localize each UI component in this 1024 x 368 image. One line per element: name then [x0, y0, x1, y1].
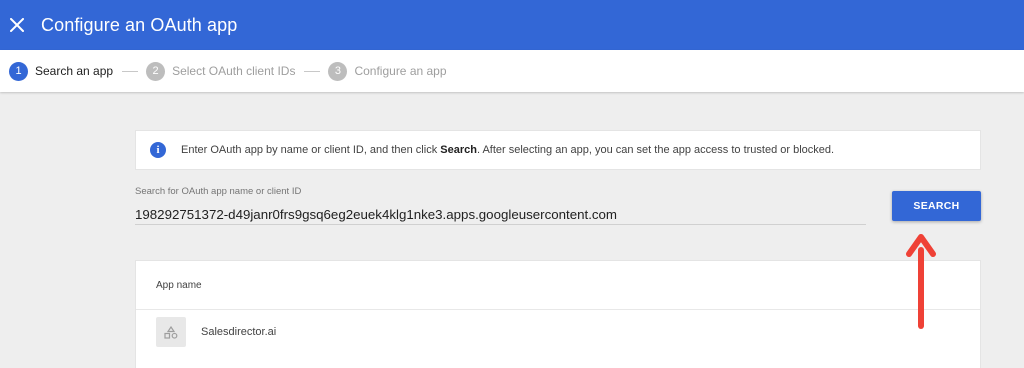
close-button[interactable]	[0, 0, 34, 50]
page-title: Configure an OAuth app	[41, 14, 238, 35]
step-label: Configure an app	[354, 64, 447, 78]
stepper: 1 Search an app 2 Select OAuth client ID…	[0, 50, 1024, 92]
app-bar: Configure an OAuth app	[0, 0, 1024, 50]
info-text-bold: Search	[440, 144, 477, 156]
info-banner: i Enter OAuth app by name or client ID, …	[135, 130, 981, 170]
column-header-app-name: App name	[136, 261, 980, 310]
info-text: Enter OAuth app by name or client ID, an…	[181, 144, 834, 156]
search-field-label: Search for OAuth app name or client ID	[135, 186, 302, 197]
table-row[interactable]: Salesdirector.ai	[136, 310, 980, 354]
info-icon: i	[150, 142, 166, 158]
step-configure-app[interactable]: 3 Configure an app	[328, 61, 447, 81]
step-number: 2	[146, 61, 166, 81]
search-button[interactable]: SEARCH	[892, 191, 981, 221]
step-number: 3	[328, 61, 348, 81]
arrow-up-icon	[906, 234, 936, 329]
close-icon	[10, 18, 24, 32]
info-text-after: . After selecting an app, you can set th…	[476, 144, 835, 156]
results-table: App name Salesdirector.ai	[135, 260, 981, 368]
app-placeholder-icon	[156, 317, 186, 347]
step-connector	[122, 70, 139, 72]
app-name: Salesdirector.ai	[201, 326, 277, 338]
step-label: Select OAuth client IDs	[172, 64, 296, 78]
step-select-client-ids[interactable]: 2 Select OAuth client IDs	[146, 61, 296, 81]
search-input[interactable]	[135, 205, 866, 225]
step-number: 1	[9, 61, 28, 81]
step-connector	[304, 70, 321, 72]
step-search-an-app[interactable]: 1 Search an app	[9, 61, 114, 81]
step-label: Search an app	[35, 64, 114, 78]
info-text-before: Enter OAuth app by name or client ID, an…	[181, 144, 441, 156]
